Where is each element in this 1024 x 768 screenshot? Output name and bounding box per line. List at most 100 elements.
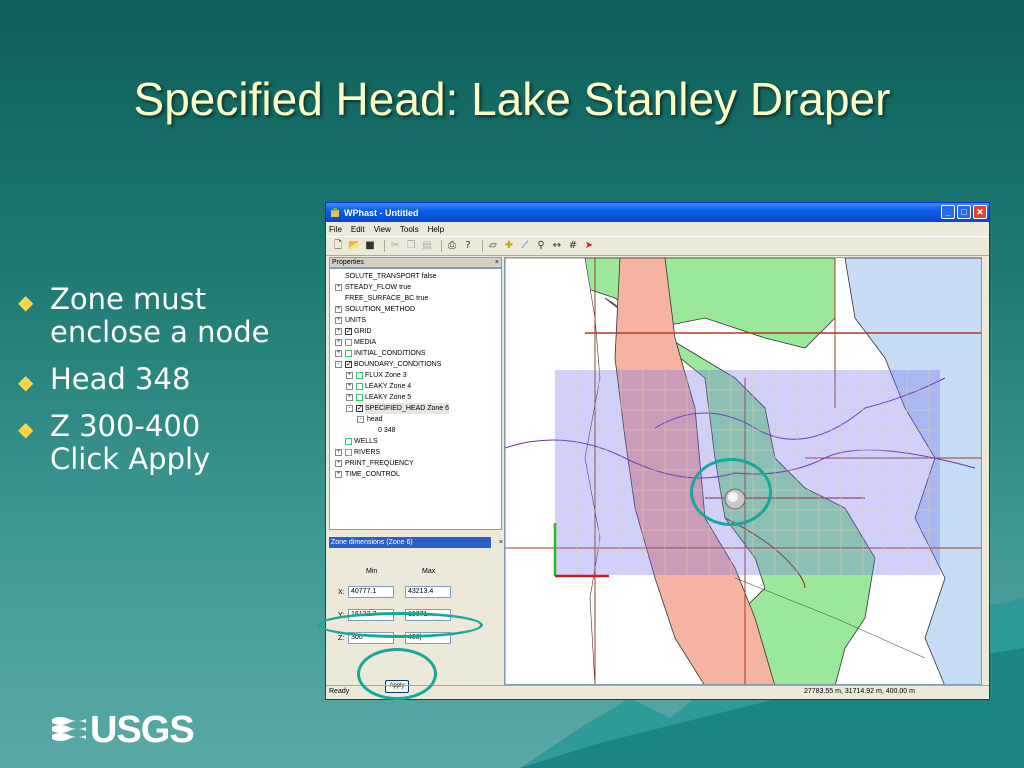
tree-item[interactable]: - head [330, 414, 501, 425]
tree-checkbox[interactable] [356, 383, 363, 390]
bullet-text: Zone must [50, 282, 207, 316]
collapse-icon[interactable]: - [335, 361, 342, 368]
window-titlebar[interactable]: WPhast - Untitled _ □ ✕ [326, 203, 989, 222]
menu-file[interactable]: File [329, 225, 342, 234]
add-icon[interactable]: ✚ [503, 240, 515, 252]
node-highlight-ring [690, 458, 772, 526]
expand-icon[interactable]: + [335, 449, 342, 456]
properties-tree: SOLUTE_TRANSPORT false + STEADY_FLOW true F… [329, 268, 502, 530]
move-grid-icon[interactable]: ↔ [551, 240, 563, 252]
tree-item[interactable]: - ✓ SPECIFIED_HEAD Zone 6 [330, 403, 501, 414]
bullet-text: Head 348 [50, 362, 191, 396]
menu-help[interactable]: Help [428, 225, 444, 234]
tree-item-label: SPECIFIED_HEAD Zone 6 [365, 403, 450, 414]
min-label: Min [366, 568, 378, 575]
tree-item[interactable]: + STEADY_FLOW true [330, 282, 501, 293]
x-max-field[interactable]: 43213.4 [405, 586, 451, 598]
expand-icon[interactable]: + [346, 383, 353, 390]
bullet-z: ◆ Z 300-400 Click Apply [18, 410, 318, 476]
save-icon[interactable]: ■ [364, 240, 376, 252]
tree-item[interactable]: + MEDIA [330, 337, 501, 348]
tree-item-label: MEDIA [354, 339, 377, 346]
close-icon[interactable]: × [499, 537, 503, 548]
tree-item[interactable]: + TIME_CONTROL [330, 469, 501, 480]
tree-item-label: UNITS [345, 317, 366, 324]
tree-item[interactable]: + LEAKY Zone 4 [330, 381, 501, 392]
tree-item-label: BOUNDARY_CONDITIONS [354, 361, 442, 368]
print-icon[interactable]: ⎙ [446, 240, 458, 252]
new-file-icon[interactable]: 🗋 [332, 240, 344, 252]
x-min-field[interactable]: 40777.1 [348, 586, 394, 598]
expand-icon[interactable]: + [335, 317, 342, 324]
tree-checkbox[interactable]: ✓ [345, 361, 352, 368]
tree-item[interactable]: + PRINT_FREQUENCY [330, 458, 501, 469]
menu-edit[interactable]: Edit [351, 225, 365, 234]
expand-icon[interactable]: + [335, 460, 342, 467]
tree-item[interactable]: + RIVERS [330, 447, 501, 458]
tree-item[interactable]: + SOLUTION_METHOD [330, 304, 501, 315]
tree-item[interactable]: + ✓ GRID [330, 326, 501, 337]
tree-item-label: TIME_CONTROL [345, 471, 400, 478]
expand-icon[interactable]: + [335, 284, 342, 291]
tree-checkbox[interactable] [356, 372, 363, 379]
usgs-logo-text: USGS [90, 708, 195, 751]
status-text: Ready [329, 688, 350, 695]
tree-checkbox[interactable] [345, 438, 352, 445]
tree-item-label: INITIAL_CONDITIONS [354, 350, 426, 357]
close-button[interactable]: ✕ [973, 205, 987, 219]
expand-icon[interactable]: + [335, 328, 342, 335]
tree-checkbox[interactable]: ✓ [356, 405, 363, 412]
tree-item-label: SOLUTION_METHOD [345, 306, 416, 313]
tree-item-label: RIVERS [354, 449, 381, 456]
tree-item[interactable]: + INITIAL_CONDITIONS [330, 348, 501, 359]
app-icon [331, 207, 339, 217]
minimize-button[interactable]: _ [941, 205, 955, 219]
paste-icon[interactable]: ▤ [421, 240, 433, 252]
tree-item[interactable]: - ✓ BOUNDARY_CONDITIONS [330, 359, 501, 370]
expand-icon[interactable]: + [346, 394, 353, 401]
collapse-icon[interactable]: - [357, 416, 364, 423]
tree-item[interactable]: FREE_SURFACE_BC true [330, 293, 501, 304]
expand-icon[interactable]: + [335, 339, 342, 346]
tree-item[interactable]: WELLS [330, 436, 501, 447]
tree-checkbox[interactable] [345, 350, 352, 357]
expand-icon[interactable]: + [346, 372, 353, 379]
grid-icon[interactable]: # [567, 240, 579, 252]
tree-item[interactable]: + UNITS [330, 315, 501, 326]
open-folder-icon[interactable]: 📂 [348, 240, 360, 252]
river-icon[interactable]: ⟋ [519, 240, 531, 252]
diamond-bullet-icon: ◆ [18, 417, 34, 441]
expand-icon[interactable]: + [335, 306, 342, 313]
zone-dimensions-header: Zone dimensions (Zone 6) × [329, 537, 503, 548]
cut-icon[interactable]: ✂ [389, 240, 401, 252]
tree-checkbox[interactable]: ✓ [345, 328, 352, 335]
tree-item[interactable]: + LEAKY Zone 5 [330, 392, 501, 403]
menu-view[interactable]: View [374, 225, 391, 234]
close-icon[interactable]: × [495, 258, 499, 268]
zone-icon[interactable]: ▱ [487, 240, 499, 252]
expand-icon[interactable]: + [335, 471, 342, 478]
maximize-button[interactable]: □ [957, 205, 971, 219]
properties-label: Properties [332, 259, 364, 266]
tree-item-label: GRID [354, 328, 372, 335]
well-icon[interactable]: ⚲ [535, 240, 547, 252]
menu-tools[interactable]: Tools [400, 225, 419, 234]
tree-item[interactable]: 0 348 [330, 425, 501, 436]
bullet-text-cont: Click Apply [50, 442, 211, 476]
bullet-list: ◆ Zone must enclose a node ◆ Head 348 ◆ … [18, 283, 318, 490]
toolbar-separator [384, 240, 385, 252]
tree-item-label: FREE_SURFACE_BC true [345, 295, 429, 302]
expand-icon[interactable]: + [335, 350, 342, 357]
copy-icon[interactable]: ❐ [405, 240, 417, 252]
tree-checkbox[interactable] [345, 339, 352, 346]
tree-item[interactable]: SOLUTE_TRANSPORT false [330, 271, 501, 282]
help-icon[interactable]: ? [462, 240, 474, 252]
apply-highlight-ring [357, 648, 437, 700]
pointer-icon[interactable]: ➤ [583, 240, 595, 252]
collapse-icon[interactable]: - [346, 405, 353, 412]
tree-checkbox[interactable] [345, 449, 352, 456]
tree-item[interactable]: + FLUX Zone 3 [330, 370, 501, 381]
x-label: X: [338, 589, 345, 596]
max-label: Max [422, 568, 436, 575]
tree-checkbox[interactable] [356, 394, 363, 401]
